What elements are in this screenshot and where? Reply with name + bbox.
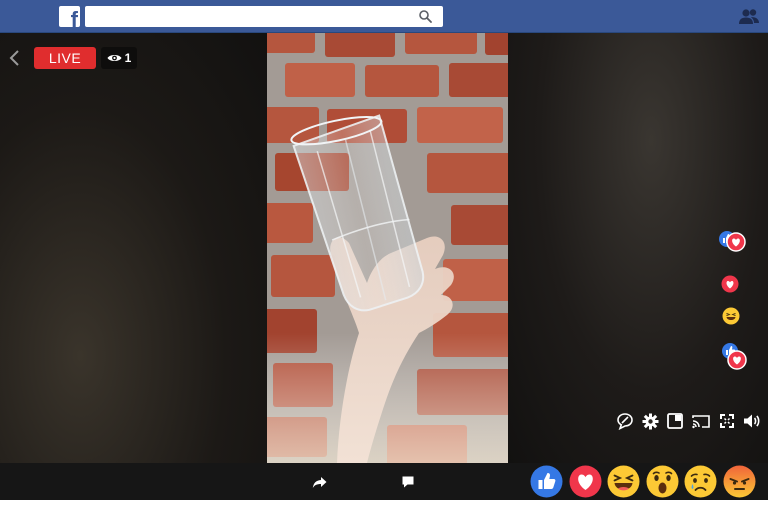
wow-reaction-button[interactable]	[646, 465, 679, 498]
angry-reaction-button[interactable]	[723, 465, 756, 498]
viewer-count: 1	[124, 51, 132, 65]
settings-button[interactable]	[640, 411, 660, 431]
fullscreen-icon	[720, 414, 734, 428]
sad-reaction-icon	[684, 465, 717, 498]
top-navigation-bar: f	[0, 0, 768, 33]
floating-love-reaction	[727, 350, 747, 375]
search-input[interactable]	[85, 6, 443, 27]
volume-icon	[744, 414, 760, 428]
floating-love-reaction	[721, 275, 739, 298]
comment-toggle-icon	[617, 413, 633, 430]
chevron-left-icon	[9, 50, 19, 66]
eye-icon	[107, 55, 122, 61]
comments-toggle-button[interactable]	[615, 411, 635, 431]
like-reaction-icon	[530, 465, 563, 498]
share-button[interactable]	[309, 473, 329, 491]
picture-in-picture-icon	[667, 413, 683, 429]
floating-love-reaction	[726, 232, 746, 257]
facebook-logo[interactable]: f	[59, 6, 80, 27]
sad-reaction-button[interactable]	[684, 465, 717, 498]
viewer-count-badge: 1	[101, 47, 137, 69]
live-video-stage: LIVE 1	[0, 33, 768, 463]
floating-haha-reaction	[722, 307, 740, 330]
share-icon	[312, 476, 326, 488]
angry-reaction-icon	[723, 465, 756, 498]
cast-icon	[692, 414, 710, 428]
search-icon	[418, 10, 432, 23]
settings-icon	[642, 413, 658, 429]
friend-requests-icon[interactable]	[738, 8, 760, 26]
comment-icon	[402, 476, 414, 488]
wow-reaction-icon	[646, 465, 679, 498]
cast-button[interactable]	[691, 411, 711, 431]
search-button[interactable]	[414, 7, 436, 26]
page-background	[0, 500, 768, 507]
volume-button[interactable]	[742, 411, 762, 431]
video-action-bar	[0, 463, 768, 500]
back-button[interactable]	[6, 47, 24, 69]
live-video[interactable]	[267, 33, 508, 463]
love-reaction-icon	[569, 465, 602, 498]
haha-reaction-icon	[607, 465, 640, 498]
fullscreen-button[interactable]	[717, 411, 737, 431]
haha-reaction-button[interactable]	[607, 465, 640, 498]
comment-button[interactable]	[398, 473, 418, 491]
love-reaction-button[interactable]	[569, 465, 602, 498]
like-reaction-button[interactable]	[530, 465, 563, 498]
live-badge: LIVE	[34, 47, 96, 69]
video-frame-image	[267, 33, 508, 463]
picture-in-picture-button[interactable]	[665, 411, 685, 431]
